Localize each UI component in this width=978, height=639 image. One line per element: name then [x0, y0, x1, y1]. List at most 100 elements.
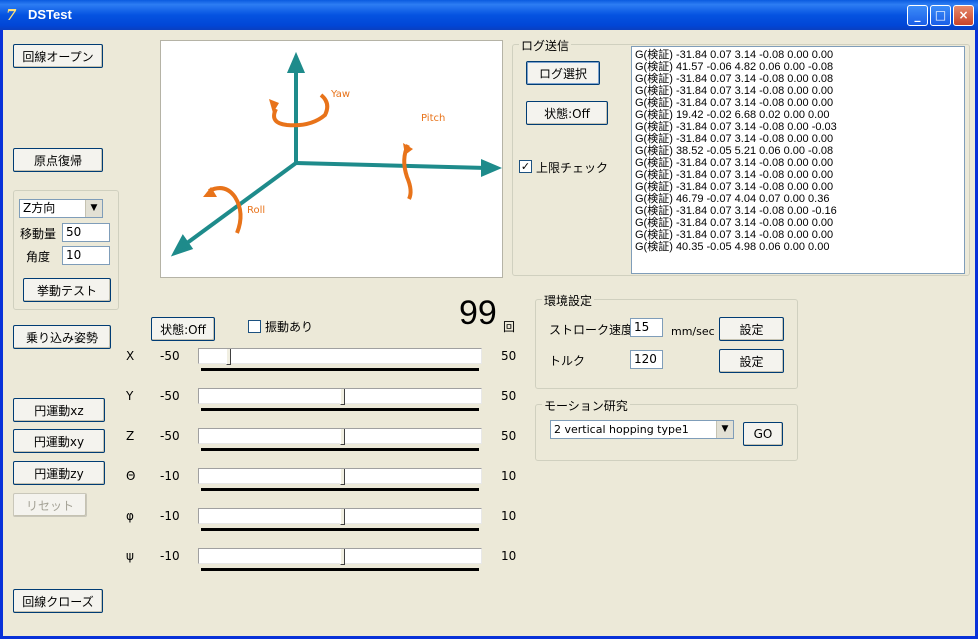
circle-zy-button[interactable]: 円運動zy: [13, 461, 105, 485]
pitch-axis: [295, 161, 488, 170]
slider-4[interactable]: [198, 508, 482, 536]
open-line-button[interactable]: 回線オープン: [13, 44, 103, 68]
limit-check-label: 上限チェック: [536, 161, 609, 175]
app-window: 7 DSTest _ □ × 回線オープン 原点復帰 Z方向 ▼ 移動量 50 …: [0, 0, 978, 639]
stroke-input[interactable]: 15: [630, 318, 663, 337]
minimize-button[interactable]: _: [907, 5, 928, 26]
yaw-rotation-icon: [272, 93, 330, 128]
log-line: G(検証) -31.84 0.07 3.14 -0.08 0.00 0.00: [635, 133, 834, 145]
direction-select[interactable]: Z方向 ▼: [19, 199, 103, 218]
select-log-button[interactable]: ログ選択: [526, 61, 600, 85]
vibration-label: 振動あり: [265, 320, 314, 334]
log-state-button[interactable]: 状態:Off: [526, 101, 608, 125]
log-line: G(検証) -31.84 0.07 3.14 -0.08 0.00 0.00: [635, 97, 834, 109]
vibration-checkbox[interactable]: [248, 320, 261, 333]
slider-thumb[interactable]: [340, 509, 345, 525]
slider-axis-label: X: [126, 349, 135, 363]
motion-select[interactable]: 2 vertical hopping type1 ▼: [550, 420, 734, 439]
chevron-down-icon: ▼: [85, 200, 102, 217]
stroke-unit: mm/sec: [671, 325, 715, 338]
app-icon: 7: [6, 6, 17, 24]
set-torque-button[interactable]: 設定: [719, 349, 784, 373]
slider-track[interactable]: [198, 348, 482, 364]
axes-diagram: Yaw Pitch Roll: [170, 51, 503, 257]
log-line: G(検証) 40.35 -0.05 4.98 0.06 0.00 0.00: [635, 241, 830, 253]
log-line: G(検証) -31.84 0.07 3.14 -0.08 0.00 0.00: [635, 49, 834, 61]
slider-baseline: [201, 448, 479, 451]
slider-thumb[interactable]: [340, 469, 345, 485]
slider-max-label: 50: [501, 389, 517, 403]
slider-thumb[interactable]: [340, 389, 345, 405]
slider-baseline: [201, 408, 479, 411]
motion-select-value: 2 vertical hopping type1: [554, 423, 689, 436]
move-input[interactable]: 50: [62, 223, 110, 242]
set-stroke-button[interactable]: 設定: [719, 317, 784, 341]
maximize-button[interactable]: □: [930, 5, 951, 26]
boarding-pose-button[interactable]: 乗り込み姿勢: [13, 325, 111, 349]
slider-axis-label: ψ: [126, 549, 134, 563]
close-line-button[interactable]: 回線クローズ: [13, 589, 103, 613]
origin-reset-button[interactable]: 原点復帰: [13, 148, 103, 172]
log-group-legend: ログ送信: [519, 37, 572, 54]
log-line: G(検証) -31.84 0.07 3.14 -0.08 0.00 0.00: [635, 229, 834, 241]
angle-input[interactable]: 10: [62, 246, 110, 265]
log-line: G(検証) -31.84 0.07 3.14 -0.08 0.00 -0.03: [635, 121, 837, 133]
env-group-legend: 環境設定: [542, 292, 595, 309]
torque-input[interactable]: 120: [630, 350, 663, 369]
yaw-arrowhead: [286, 51, 306, 73]
slider-thumb[interactable]: [340, 549, 345, 565]
angle-label: 角度: [26, 250, 51, 264]
reset-button[interactable]: リセット: [13, 493, 87, 517]
env-group: 環境設定: [535, 292, 798, 389]
state-button[interactable]: 状態:Off: [151, 317, 215, 341]
slider-min-label: -10: [160, 469, 180, 483]
log-line: G(検証) 38.52 -0.05 5.21 0.06 0.00 -0.08: [635, 145, 834, 157]
log-line: G(検証) -31.84 0.07 3.14 -0.08 0.00 0.08: [635, 73, 834, 85]
close-button[interactable]: ×: [953, 5, 974, 26]
behavior-test-button[interactable]: 挙動テスト: [23, 278, 111, 302]
roll-label: Roll: [247, 205, 265, 216]
slider-min-label: -50: [160, 349, 180, 363]
circle-xz-button[interactable]: 円運動xz: [13, 398, 105, 422]
slider-thumb[interactable]: [340, 429, 345, 445]
slider-baseline: [201, 368, 479, 371]
log-line: G(検証) -31.84 0.07 3.14 -0.08 0.00 0.00: [635, 157, 834, 169]
pitch-arrowhead: [481, 158, 503, 178]
slider-max-label: 50: [501, 349, 517, 363]
circle-xy-button[interactable]: 円運動xy: [13, 429, 105, 453]
log-line: G(検証) 46.79 -0.07 4.04 0.07 0.00 0.36: [635, 193, 830, 205]
slider-baseline: [201, 528, 479, 531]
title-bar[interactable]: 7 DSTest _ □ ×: [0, 0, 978, 30]
log-line: G(検証) -31.84 0.07 3.14 -0.08 0.00 -0.16: [635, 205, 837, 217]
pitch-label: Pitch: [421, 113, 445, 124]
log-list[interactable]: G(検証) -31.84 0.07 3.14 -0.08 0.00 0.00 G(…: [631, 46, 965, 274]
slider-0[interactable]: [198, 348, 482, 376]
move-label: 移動量: [20, 227, 57, 241]
log-line: G(検証) -31.84 0.07 3.14 -0.08 0.00 0.00: [635, 181, 834, 193]
slider-min-label: -50: [160, 429, 180, 443]
slider-1[interactable]: [198, 388, 482, 416]
slider-max-label: 10: [501, 509, 517, 523]
limit-check-checkbox[interactable]: ✓: [519, 160, 532, 173]
slider-3[interactable]: [198, 468, 482, 496]
slider-thumb[interactable]: [226, 349, 231, 365]
log-line: G(検証) -31.84 0.07 3.14 -0.08 0.00 0.00: [635, 217, 834, 229]
slider-min-label: -10: [160, 549, 180, 563]
slider-axis-label: Z: [126, 429, 135, 443]
window-title: DSTest: [28, 7, 72, 22]
log-line: G(検証) 19.42 -0.02 6.68 0.02 0.00 0.00: [635, 109, 830, 121]
slider-axis-label: φ: [126, 509, 134, 523]
slider-5[interactable]: [198, 548, 482, 576]
torque-label: トルク: [549, 354, 586, 368]
axes-viewport: Yaw Pitch Roll: [160, 40, 503, 278]
slider-max-label: 50: [501, 429, 517, 443]
count-value: 99: [459, 294, 497, 332]
log-line: G(検証) -31.84 0.07 3.14 -0.08 0.00 0.00: [635, 85, 834, 97]
slider-max-label: 10: [501, 549, 517, 563]
go-button[interactable]: GO: [743, 422, 783, 446]
slider-2[interactable]: [198, 428, 482, 456]
slider-baseline: [201, 488, 479, 491]
yaw-rotation-arrowhead: [269, 99, 279, 113]
slider-min-label: -10: [160, 509, 180, 523]
slider-max-label: 10: [501, 469, 517, 483]
